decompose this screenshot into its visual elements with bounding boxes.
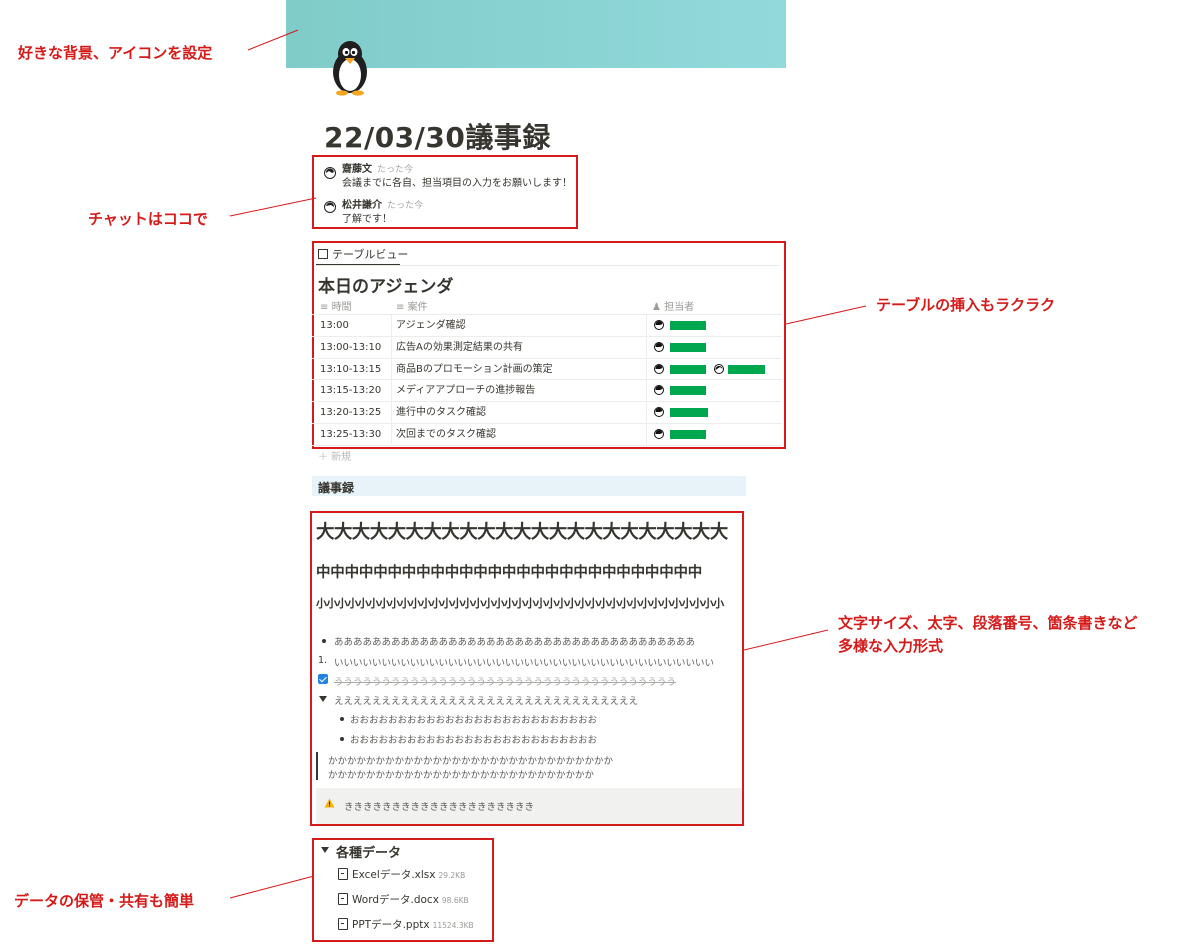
cell-time[interactable]: 13:00 xyxy=(320,315,349,336)
cell-time[interactable]: 13:20-13:25 xyxy=(320,402,381,423)
bullet-dot xyxy=(340,737,344,741)
column-header-item[interactable]: ≡ 案件 xyxy=(396,298,428,313)
file-attachment[interactable]: Excelデータ.xlsx 29.2KB xyxy=(352,867,465,882)
todo-item[interactable]: うううううううううううううううううううううううううううううううううううう xyxy=(334,674,676,688)
cell-item[interactable]: 商品Bのプロモーション計画の策定 xyxy=(396,359,553,380)
avatar xyxy=(654,385,664,395)
nested-bulleted-item[interactable]: おおおおおおおおおおおおおおおおおおおおおおおおおお xyxy=(350,712,597,726)
chat-message: 松井謙介 たった今 了解です！ xyxy=(342,199,423,227)
annotation-text-formats-line1: 文字サイズ、太字、段落番号、箇条書きなど xyxy=(838,614,1138,632)
chat-text: 了解です！ xyxy=(342,214,392,225)
minutes-heading[interactable]: 議事録 xyxy=(318,479,354,496)
database-title[interactable]: 本日のアジェンダ xyxy=(318,272,453,297)
heading-3-block[interactable]: 小小小小小小小小小小小小小小小小小小小小小小小小小小小小小小小小小小小小小小小 xyxy=(316,595,724,611)
column-label: 時間 xyxy=(331,302,352,313)
annotation-chat: チャットはココで xyxy=(88,210,208,228)
chat-author[interactable]: 松井謙介 xyxy=(342,200,382,211)
file-size: 98.6KB xyxy=(441,896,469,905)
callout-text: きききききききききききききききききききき xyxy=(344,802,535,813)
table-row[interactable]: 13:20-13:25 進行中のタスク確認 xyxy=(312,401,782,423)
tab-label: テーブルビュー xyxy=(332,248,409,261)
chat-author[interactable]: 齋藤文 xyxy=(342,164,372,175)
cell-item[interactable]: メディアアプローチの進捗報告 xyxy=(396,380,535,401)
quote-line[interactable]: かかかかかかかかかかかかかかかかかかかかかかかかかかかかかか xyxy=(328,753,613,767)
redacted-assignee-name xyxy=(670,321,706,330)
redacted-assignee-name xyxy=(670,408,708,417)
redacted-assignee-name xyxy=(670,386,706,395)
file-icon xyxy=(338,893,348,905)
quote-line[interactable]: かかかかかかかかかかかかかかかかかかかかかかかかかかかか xyxy=(328,767,594,781)
chat-message: 齋藤文 たった今 会議までに各自、担当項目の入力をお願いします！ xyxy=(342,163,572,191)
redacted-assignee-name xyxy=(728,365,765,374)
cell-item[interactable]: アジェンダ確認 xyxy=(396,315,466,336)
avatar xyxy=(654,342,664,352)
avatar xyxy=(324,201,336,213)
numbered-list-item[interactable]: いいいいいいいいいいいいいいいいいいいいいいいいいいいいいいいいいいいいいいいい xyxy=(334,655,714,669)
warning-icon xyxy=(324,798,335,808)
table-row[interactable]: 13:15-13:20 メディアアプローチの進捗報告 xyxy=(312,379,782,401)
cell-time[interactable]: 13:00-13:10 xyxy=(320,337,381,358)
column-label: 担当者 xyxy=(664,302,695,313)
table-row[interactable]: 13:25-13:30 次回までのタスク確認 xyxy=(312,423,782,446)
new-row-button[interactable]: ＋ 新規 xyxy=(318,448,351,463)
file-name: PPTデータ.pptx xyxy=(352,919,430,931)
cell-time[interactable]: 13:10-13:15 xyxy=(320,359,381,380)
files-toggle-heading[interactable]: 各種データ xyxy=(336,842,401,861)
column-header-time[interactable]: ≡ 時間 xyxy=(320,298,352,313)
file-size: 29.2KB xyxy=(438,871,466,880)
file-name: Wordデータ.docx xyxy=(352,894,439,906)
avatar xyxy=(714,364,724,374)
quote-bar xyxy=(316,752,318,780)
chat-timestamp: たった今 xyxy=(377,165,414,175)
toggle-triangle-icon[interactable] xyxy=(321,847,329,853)
minutes-heading-background xyxy=(312,476,746,496)
toggle-item[interactable]: ええええええええええええええええええええええええええええええええ xyxy=(334,693,638,707)
file-icon xyxy=(338,868,348,880)
avatar xyxy=(654,429,664,439)
bullet-dot xyxy=(340,717,344,721)
table-row[interactable]: 13:00 アジェンダ確認 xyxy=(312,314,782,336)
redacted-assignee-name xyxy=(670,343,706,352)
toggle-triangle-icon[interactable] xyxy=(319,696,327,702)
table-row[interactable]: 13:00-13:10 広告Aの効果測定結果の共有 xyxy=(312,336,782,358)
chat-text: 会議までに各自、担当項目の入力をお願いします！ xyxy=(342,178,572,189)
cell-time[interactable]: 13:15-13:20 xyxy=(320,380,381,401)
file-size: 11524.3KB xyxy=(432,921,474,930)
annotation-files: データの保管・共有も簡単 xyxy=(14,892,195,910)
table-view-icon xyxy=(318,249,328,259)
divider xyxy=(316,265,780,266)
avatar xyxy=(324,167,336,179)
column-header-assignee[interactable]: ♟ 担当者 xyxy=(652,298,694,313)
text-property-icon: ≡ xyxy=(396,302,408,313)
chat-timestamp: たった今 xyxy=(387,201,424,211)
cell-item[interactable]: 進行中のタスク確認 xyxy=(396,402,486,423)
avatar xyxy=(654,320,664,330)
nested-bulleted-item[interactable]: おおおおおおおおおおおおおおおおおおおおおおおおおお xyxy=(350,732,597,746)
redacted-assignee-name xyxy=(670,365,706,374)
person-property-icon: ♟ xyxy=(652,302,665,313)
file-attachment[interactable]: PPTデータ.pptx 11524.3KB xyxy=(352,917,474,932)
cell-item[interactable]: 広告Aの効果測定結果の共有 xyxy=(396,337,523,358)
cell-item[interactable]: 次回までのタスク確認 xyxy=(396,424,496,445)
file-name: Excelデータ.xlsx xyxy=(352,869,436,881)
table-row[interactable]: 13:10-13:15 商品Bのプロモーション計画の策定 xyxy=(312,358,782,380)
column-label: 案件 xyxy=(407,302,428,313)
cell-time[interactable]: 13:25-13:30 xyxy=(320,424,381,445)
file-icon xyxy=(338,918,348,930)
bulleted-list-item[interactable]: ああああああああああああああああああああああああああああああああああああああ xyxy=(334,634,695,648)
redacted-assignee-name xyxy=(670,430,706,439)
file-attachment[interactable]: Wordデータ.docx 98.6KB xyxy=(352,892,469,907)
annotation-table: テーブルの挿入もラクラク xyxy=(876,296,1056,314)
heading-2-block[interactable]: 中中中中中中中中中中中中中中中中中中中中中中中中中中中 xyxy=(316,561,702,582)
avatar xyxy=(654,364,664,374)
text-property-icon: ≡ xyxy=(320,302,332,313)
heading-1-block[interactable]: 大大大大大大大大大大大大大大大大大大大大大大大 xyxy=(316,518,728,544)
checkbox-checked[interactable] xyxy=(318,674,328,684)
annotation-text-formats-line2: 多様な入力形式 xyxy=(838,637,944,655)
avatar xyxy=(654,407,664,417)
bullet-dot xyxy=(322,639,326,643)
tab-table-view[interactable]: テーブルビュー xyxy=(318,246,408,262)
numbered-list-marker: 1. xyxy=(318,655,328,666)
